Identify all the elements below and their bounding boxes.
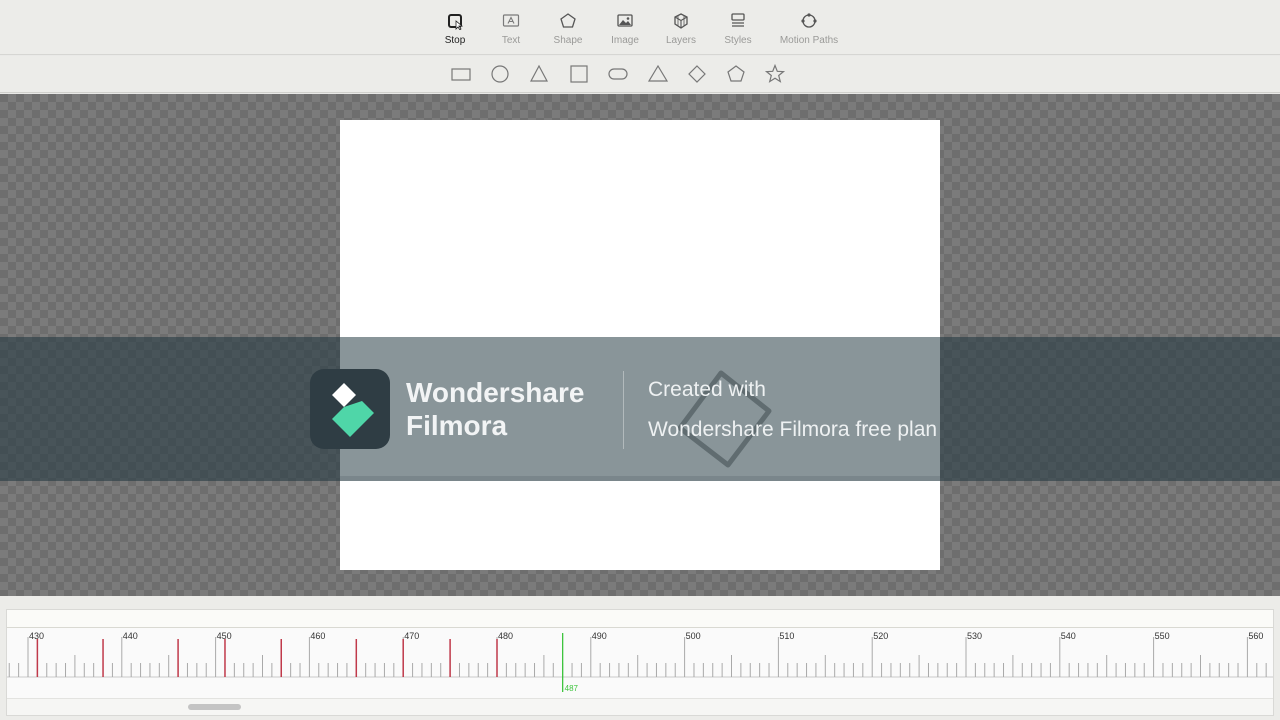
ruler-label: 500	[686, 631, 701, 641]
tool-motion-paths[interactable]: Motion Paths	[774, 12, 844, 46]
timeline-scroll-thumb[interactable]	[188, 704, 241, 710]
watermark-brand-line1: Wondershare	[406, 377, 585, 408]
tool-label: Motion Paths	[779, 35, 839, 46]
shape-picker	[0, 56, 1280, 93]
watermark-separator	[623, 371, 624, 449]
timeline-panel: 430 440 450 460 470 480 490 500 510 520 530 540 550 5…	[0, 596, 1280, 720]
ruler-label: 540	[1061, 631, 1076, 641]
timeline-ruler[interactable]: 430 440 450 460 470 480 490 500 510 520 530 540 550 5…	[7, 628, 1273, 698]
ruler-label: 470	[404, 631, 419, 641]
rounded-rect-shape-icon	[608, 68, 628, 80]
star-shape-icon	[764, 64, 786, 83]
triangle-shape-button[interactable]	[528, 64, 550, 84]
ruler-label: 530	[967, 631, 982, 641]
ruler-label: 550	[1155, 631, 1170, 641]
motion-path-icon	[801, 13, 817, 28]
watermark-brand-line2: Filmora	[406, 410, 508, 441]
circle-shape-button[interactable]	[489, 64, 511, 84]
timeline: 430 440 450 460 470 480 490 500 510 520 530 540 550 5…	[6, 609, 1274, 716]
stop-icon	[448, 14, 464, 30]
ruler-label: 490	[592, 631, 607, 641]
triangle-alt-shape-button[interactable]	[647, 64, 669, 84]
watermark-brand: Wondershare Filmora	[406, 376, 584, 442]
ruler-label: 460	[310, 631, 325, 641]
rounded-rect-shape-button[interactable]	[607, 64, 629, 84]
diamond-shape-icon	[688, 65, 706, 83]
tool-styles[interactable]: Styles	[703, 12, 773, 46]
ruler-label: 520	[873, 631, 888, 641]
pentagon-icon	[560, 13, 576, 28]
rectangle-shape-button[interactable]	[450, 64, 472, 84]
filmora-logo-icon	[332, 383, 374, 437]
triangle-alt-shape-icon	[647, 64, 669, 82]
square-shape-icon	[570, 65, 588, 83]
ruler-label: 480	[498, 631, 513, 641]
text-icon	[502, 14, 520, 27]
circle-shape-icon	[491, 65, 509, 83]
pentagon-shape-icon	[727, 65, 745, 82]
square-shape-button[interactable]	[568, 64, 590, 84]
tool-label: Styles	[724, 35, 752, 46]
layers-icon	[674, 13, 688, 29]
watermark-created: Created with	[648, 378, 766, 401]
main-toolbar: Stop Text Shape Image Layers Styles Moti…	[0, 0, 1280, 55]
ruler-label: 450	[217, 631, 232, 641]
ruler-label: 560	[1248, 631, 1263, 641]
triangle-shape-icon	[530, 64, 548, 82]
star-shape-button[interactable]	[764, 64, 786, 84]
ruler-label: 510	[779, 631, 794, 641]
ruler-label: 440	[123, 631, 138, 641]
playhead-frame-label: 487	[565, 684, 579, 693]
styles-icon	[731, 13, 745, 27]
filmora-logo	[310, 369, 390, 449]
timeline-header	[7, 610, 1273, 628]
watermark-plan: Wondershare Filmora free plan	[648, 418, 938, 441]
timeline-scrollbar[interactable]	[7, 698, 1273, 715]
pentagon-shape-button[interactable]	[725, 64, 747, 84]
ruler-label: 430	[29, 631, 44, 641]
diamond-shape-button[interactable]	[686, 64, 708, 84]
image-icon	[617, 14, 633, 27]
rectangle-shape-icon	[451, 68, 471, 81]
